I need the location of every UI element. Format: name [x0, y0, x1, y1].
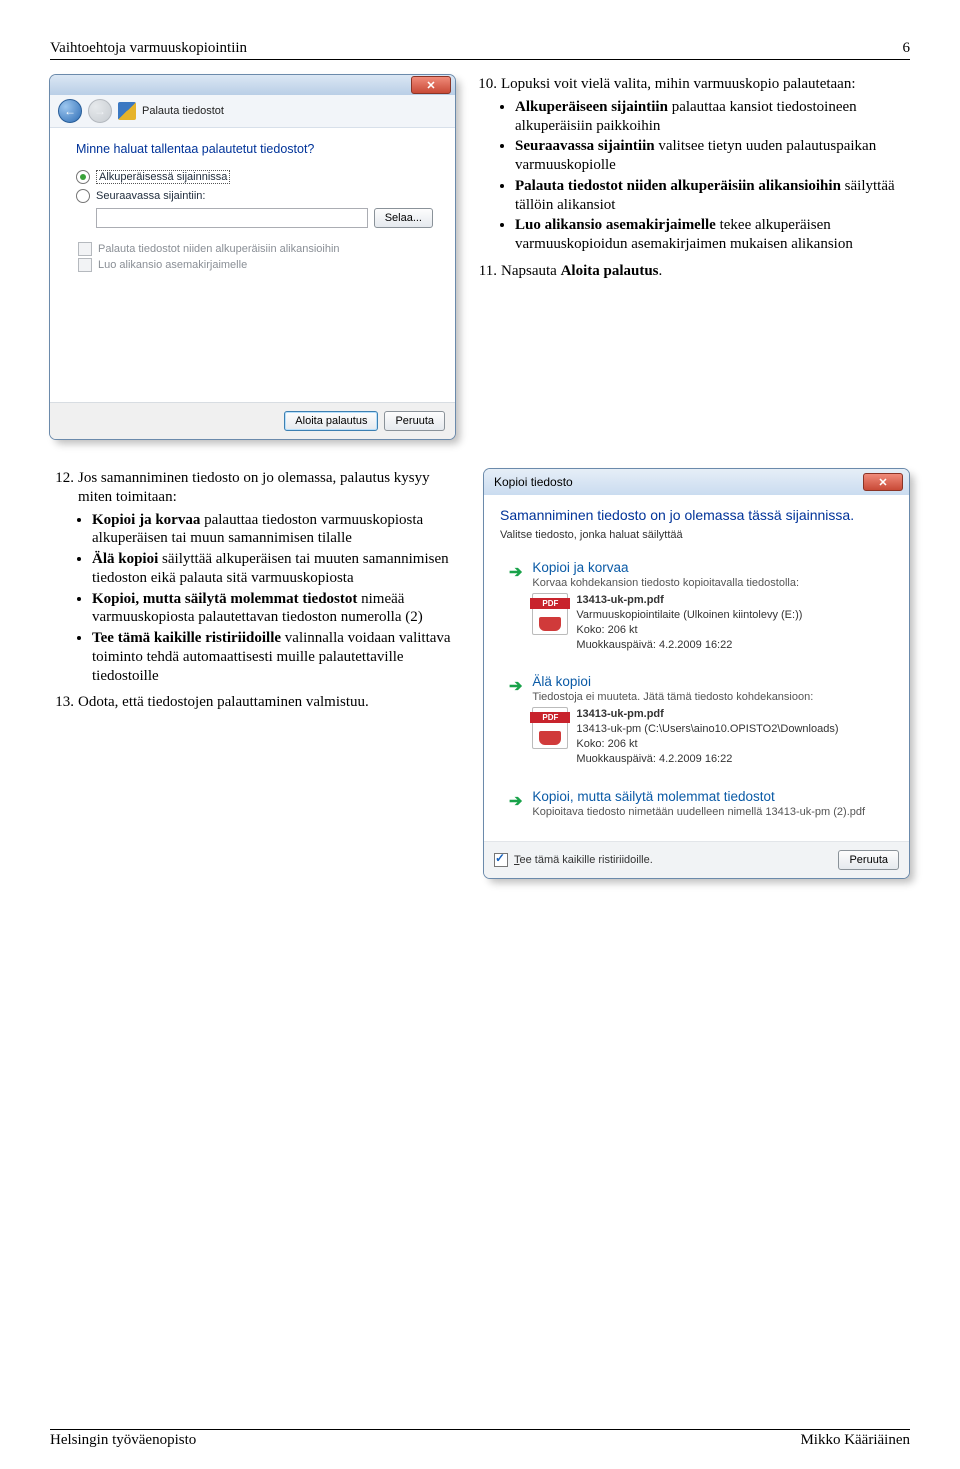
file2-meta: 13413-uk-pm.pdf 13413-uk-pm (C:\Users\ai… — [576, 707, 838, 766]
step-number-10: 10. — [473, 75, 497, 94]
option3-sub: Kopioitava tiedosto nimetään uudelleen n… — [532, 806, 865, 818]
forward-icon: → — [88, 99, 112, 123]
cancel-button[interactable]: Peruuta — [838, 850, 899, 870]
restore-files-dialog: ✕ ← → Palauta tiedostot Minne haluat tal… — [50, 75, 455, 439]
checkbox-restore-subfolders[interactable] — [78, 242, 92, 256]
option-copy-replace[interactable]: ➔ Kopioi ja korvaa Korvaa kohdekansion t… — [500, 553, 893, 661]
step-number-12: 12. — [50, 469, 74, 507]
page-footer: Helsingin työväenopisto Mikko Kääriäinen — [50, 1429, 910, 1449]
instructions-12-13: 12. Jos samanniminen tiedosto on jo olem… — [50, 469, 466, 878]
footer-right: Mikko Kääriäinen — [800, 1432, 910, 1449]
shield-icon — [118, 102, 136, 120]
arrow-icon: ➔ — [509, 676, 522, 696]
checkbox-restore-subfolders-label: Palauta tiedostot niiden alkuperäisiin a… — [98, 243, 340, 255]
dialog1-navbar: ← → Palauta tiedostot — [50, 95, 455, 128]
start-restore-button[interactable]: Aloita palautus — [284, 411, 378, 431]
header-page-number: 6 — [903, 40, 911, 57]
dialog1-question: Minne haluat tallentaa palautetut tiedos… — [76, 142, 433, 156]
step10-bullet4: Luo alikansio asemakirjaimelle tekee alk… — [515, 216, 903, 254]
step-number-11: 11. — [473, 262, 497, 281]
step-12-lead: Jos samanniminen tiedosto on jo olemassa… — [78, 469, 466, 507]
dialog1-title: Palauta tiedostot — [142, 105, 224, 117]
checkbox-create-drive-subfolder-label: Luo alikansio asemakirjaimelle — [98, 259, 247, 271]
option1-sub: Korvaa kohdekansion tiedosto kopioitaval… — [532, 577, 802, 589]
step10-bullet1: Alkuperäiseen sijaintiin palauttaa kansi… — [515, 98, 903, 136]
close-icon[interactable]: ✕ — [863, 473, 903, 491]
step-10-lead: Lopuksi voit vielä valita, mihin varmuus… — [501, 75, 856, 94]
step-13-body: Odota, että tiedostojen palauttaminen va… — [78, 693, 369, 712]
step12-bullet1: Kopioi ja korvaa palauttaa tiedoston var… — [92, 511, 466, 549]
file1-meta: 13413-uk-pm.pdf Varmuuskopiointilaite (U… — [576, 593, 802, 652]
dialog2-title: Kopioi tiedosto — [494, 475, 573, 489]
radio-original-location-label: Alkuperäisessä sijainnissa — [96, 170, 230, 184]
step12-bullet3: Kopioi, mutta säilytä molemmat tiedostot… — [92, 590, 466, 628]
option2-sub: Tiedostoja ei muuteta. Jätä tämä tiedost… — [532, 691, 838, 703]
dialog2-subtitle: Valitse tiedosto, jonka haluat säilyttää — [500, 529, 893, 541]
step12-bullet4: Tee tämä kaikille ristiriidoille valinna… — [92, 629, 466, 685]
page-header: Vaihtoehtoja varmuuskopiointiin 6 — [50, 40, 910, 60]
checkbox-do-for-all[interactable] — [494, 853, 508, 867]
pdf-icon — [532, 707, 568, 749]
pdf-icon — [532, 593, 568, 635]
instructions-10-11: 10. Lopuksi voit vielä valita, mihin var… — [473, 75, 903, 439]
radio-other-location[interactable] — [76, 189, 90, 203]
arrow-icon: ➔ — [509, 791, 522, 811]
checkbox-do-for-all-label: Tee tämä kaikille ristiriidoille. — [514, 854, 653, 866]
close-icon[interactable]: ✕ — [411, 76, 451, 94]
radio-other-location-label: Seuraavassa sijaintiin: — [96, 190, 205, 202]
arrow-icon: ➔ — [509, 562, 522, 582]
copy-file-dialog: Kopioi tiedosto ✕ Samanniminen tiedosto … — [484, 469, 909, 878]
option-dont-copy[interactable]: ➔ Älä kopioi Tiedostoja ei muuteta. Jätä… — [500, 667, 893, 775]
footer-left: Helsingin työväenopisto — [50, 1432, 196, 1449]
location-input[interactable] — [96, 208, 368, 228]
dialog1-titlebar: ✕ — [50, 75, 455, 95]
header-title: Vaihtoehtoja varmuuskopiointiin — [50, 40, 247, 57]
option-keep-both[interactable]: ➔ Kopioi, mutta säilytä molemmat tiedost… — [500, 782, 893, 827]
back-icon[interactable]: ← — [58, 99, 82, 123]
step-11-body: Napsauta Aloita palautus. — [501, 262, 662, 281]
dialog2-titlebar: Kopioi tiedosto ✕ — [484, 469, 909, 495]
step-number-13: 13. — [50, 693, 74, 712]
dialog2-heading: Samanniminen tiedosto on jo olemassa täs… — [500, 507, 893, 523]
option1-title: Kopioi ja korvaa — [532, 560, 802, 575]
step12-bullet2: Älä kopioi säilyttää alkuperäisen tai mu… — [92, 550, 466, 588]
option3-title: Kopioi, mutta säilytä molemmat tiedostot — [532, 789, 865, 804]
browse-button[interactable]: Selaa... — [374, 208, 433, 228]
radio-original-location[interactable] — [76, 170, 90, 184]
checkbox-create-drive-subfolder[interactable] — [78, 258, 92, 272]
option2-title: Älä kopioi — [532, 674, 838, 689]
step10-bullet2: Seuraavassa sijaintiin valitsee tietyn u… — [515, 137, 903, 175]
cancel-button[interactable]: Peruuta — [384, 411, 445, 431]
step10-bullet3: Palauta tiedostot niiden alkuperäisiin a… — [515, 177, 903, 215]
